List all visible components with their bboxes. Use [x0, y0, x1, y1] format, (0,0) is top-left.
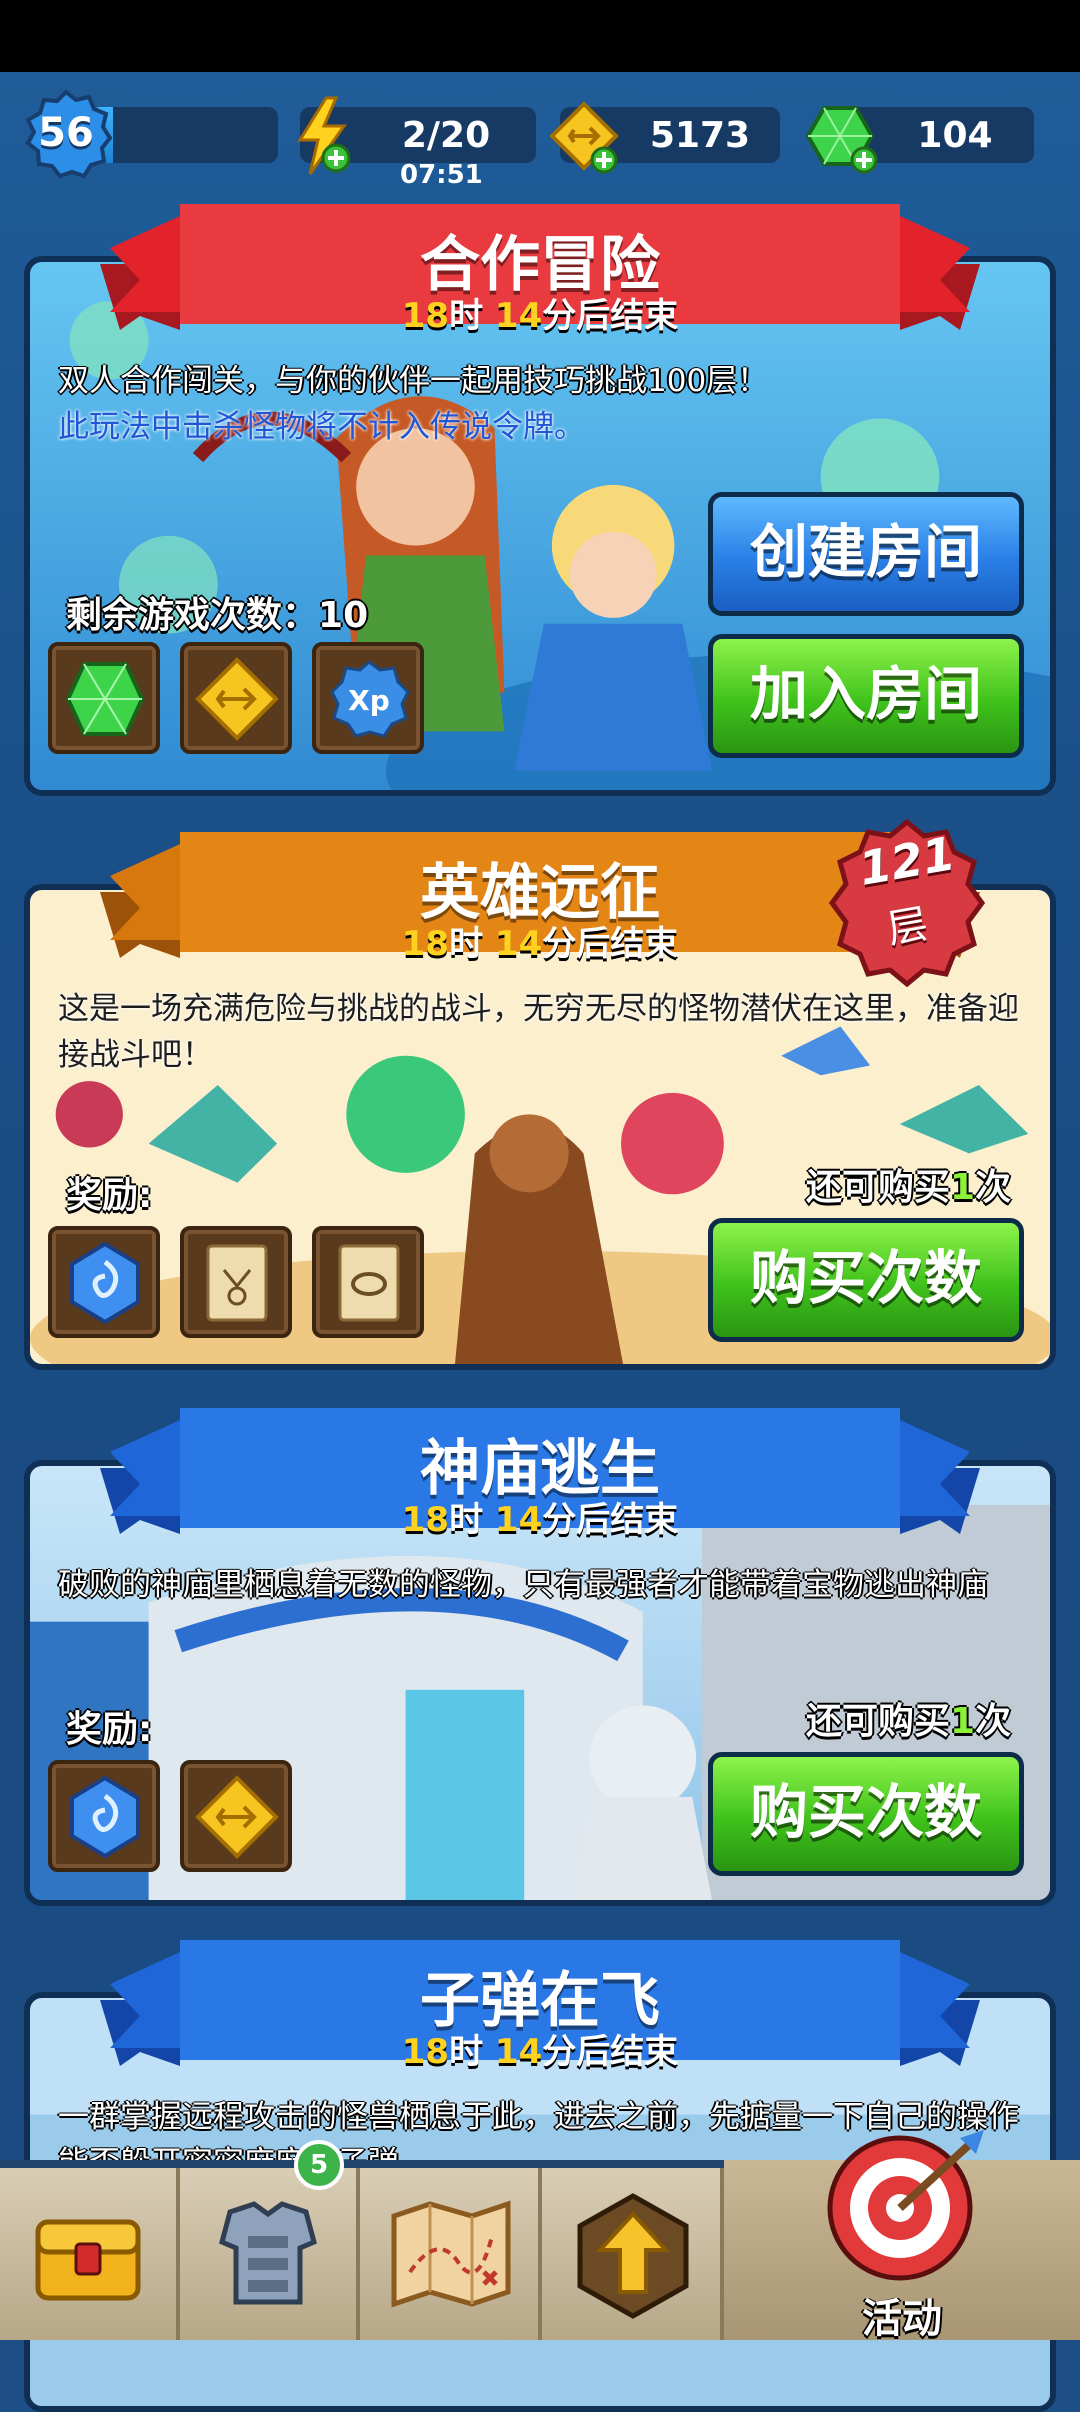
xp-icon: Xp [330, 660, 410, 738]
event-card-coop[interactable]: 双人合作闯关，与你的伙伴一起用技巧挑战100层！ 此玩法中击杀怪物将不计入传说令… [24, 256, 1056, 796]
floor-badge: 121 层 [822, 818, 992, 988]
gold-coin-icon [549, 101, 619, 174]
nav-upgrade[interactable] [542, 2168, 724, 2340]
nav-map[interactable] [360, 2168, 542, 2340]
temple-ribbon: 神庙逃生 18时 14分后结束 [0, 1404, 1080, 1540]
gold-value: 5173 [649, 115, 751, 156]
coop-reward-xp[interactable]: Xp [312, 642, 424, 754]
status-bar [0, 0, 1080, 72]
coop-desc-line2: 此玩法中击杀怪物将不计入传说令牌。 [58, 409, 585, 445]
expedition-reward-amulet-scroll[interactable] [180, 1226, 292, 1338]
xp-bar [90, 107, 278, 163]
nav-shop[interactable] [0, 2168, 180, 2340]
blue-stone-icon [70, 1241, 140, 1325]
coop-reward-gem[interactable] [48, 642, 160, 754]
coop-plays-label: 剩余游戏次数： [66, 595, 319, 636]
green-gem-icon [65, 662, 145, 736]
expedition-reward-label: 奖励: [66, 1175, 153, 1216]
blue-stone-icon [70, 1775, 140, 1859]
temple-reward-stone[interactable] [48, 1760, 160, 1872]
bullets-ribbon: 子弹在飞 18时 14分后结束 [0, 1936, 1080, 2072]
gold-coin-icon [195, 657, 279, 741]
expedition-buy-remaining: 还可购买1次 [806, 1167, 1012, 1208]
armor-icon [219, 2201, 317, 2305]
map-icon [391, 2200, 511, 2308]
temple-description: 破败的神庙里栖息着无数的怪物，只有最强者才能带着宝物逃出神庙 [58, 1567, 988, 1603]
svg-text:Xp: Xp [348, 684, 390, 717]
expedition-buy-button[interactable]: 购买次数 [708, 1218, 1024, 1342]
temple-reward-gold[interactable] [180, 1760, 292, 1872]
gem-value: 104 [917, 115, 993, 156]
player-level: 56 [38, 110, 94, 156]
target-icon [827, 2130, 984, 2281]
gold-coin-icon [195, 1775, 279, 1859]
temple-buy-button[interactable]: 购买次数 [708, 1752, 1024, 1876]
energy-timer: 07:51 [400, 160, 483, 190]
temple-buy-remaining: 还可购买1次 [806, 1701, 1012, 1742]
join-room-button[interactable]: 加入房间 [708, 634, 1024, 758]
energy-value: 2/20 [401, 115, 491, 156]
expedition-reward-ring-scroll[interactable] [312, 1226, 424, 1338]
coop-plays-remaining: 剩余游戏次数：10 [66, 586, 368, 638]
expedition-description: 这是一场充满危险与挑战的战斗，无穷无尽的怪物潜伏在这里，准备迎接战斗吧！ [58, 991, 1019, 1073]
coop-description: 双人合作闯关，与你的伙伴一起用技巧挑战100层！ 此玩法中击杀怪物将不计入传说令… [58, 358, 1038, 450]
coop-time-left: 18时 14分后结束 [401, 296, 679, 336]
scroll-amulet-icon [206, 1244, 268, 1322]
energy-bolt-icon [297, 96, 351, 175]
player-level-badge[interactable]: 56 [20, 88, 112, 180]
equipment-notification-badge: 5 [294, 2140, 344, 2190]
coop-ribbon: 合作冒险 18时 14分后结束 [0, 200, 1080, 336]
green-gem-icon [805, 106, 878, 174]
coop-reward-gold[interactable] [180, 642, 292, 754]
chest-icon [35, 2219, 141, 2301]
coop-plays-value: 10 [318, 595, 369, 636]
upgrade-arrow-icon [577, 2193, 689, 2319]
scroll-ring-icon [338, 1244, 400, 1322]
create-room-button[interactable]: 创建房间 [708, 492, 1024, 616]
temple-time-left: 18时 14分后结束 [401, 1500, 679, 1540]
nav-events-label: 活动 [862, 2296, 942, 2342]
bullets-time-left: 18时 14分后结束 [401, 2032, 679, 2072]
expedition-reward-stone[interactable] [48, 1226, 160, 1338]
coop-desc-line1: 双人合作闯关，与你的伙伴一起用技巧挑战100层！ [58, 363, 769, 399]
nav-equipment[interactable] [180, 2168, 360, 2340]
temple-reward-label: 奖励: [66, 1709, 153, 1750]
